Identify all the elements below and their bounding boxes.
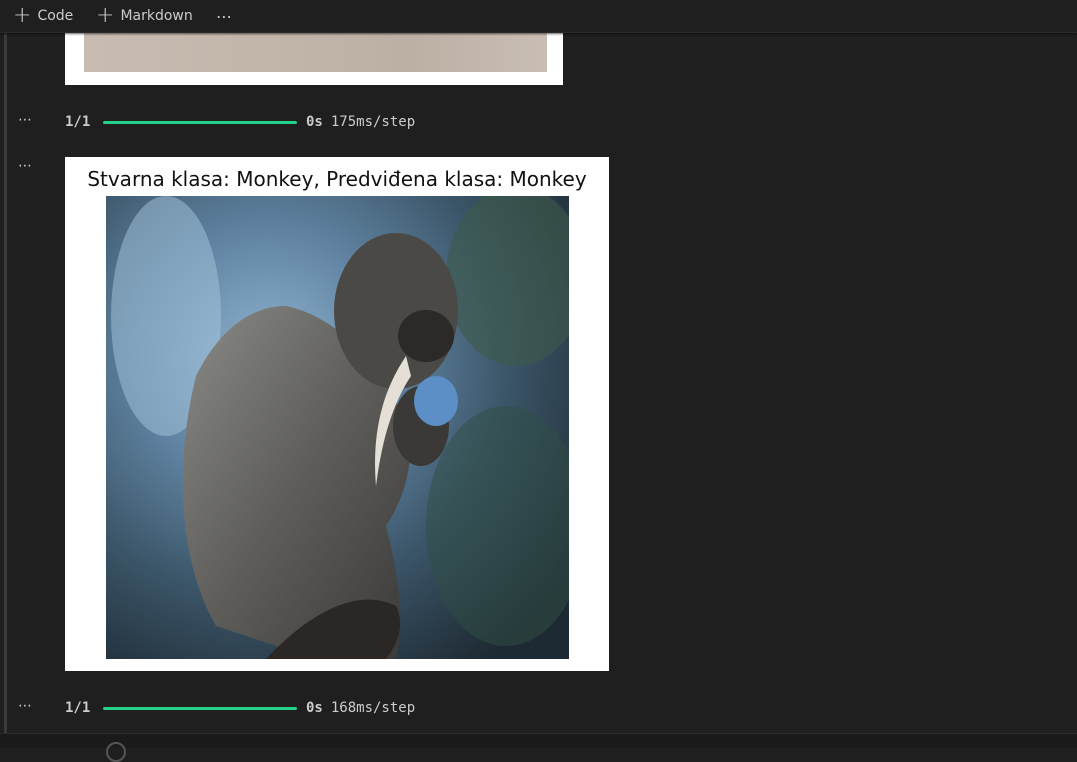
output-more-button[interactable]: ⋯ — [18, 698, 33, 714]
progress-bar — [103, 706, 297, 710]
progress-bar — [103, 120, 297, 124]
previous-image — [84, 33, 547, 72]
next-cell-edge — [0, 733, 1077, 762]
progress-output-2: 1/1 0s 168ms/step — [65, 698, 415, 718]
more-actions-button[interactable]: ⋯ — [214, 2, 235, 30]
plus-icon: + — [13, 3, 32, 28]
progress-time: 0s — [306, 700, 323, 716]
add-markdown-label: Markdown — [120, 8, 193, 24]
progress-count: 1/1 — [65, 114, 91, 130]
output-more-button[interactable]: ⋯ — [18, 158, 33, 174]
add-code-label: Code — [37, 8, 74, 24]
cell-status-icon — [106, 742, 126, 762]
progress-output-1: 1/1 0s 175ms/step — [65, 112, 415, 132]
monkey-illustration — [106, 196, 569, 659]
cell-gutter-bar — [4, 33, 7, 733]
add-markdown-cell-button[interactable]: + Markdown — [94, 2, 195, 30]
progress-time: 0s — [306, 114, 323, 130]
figure-title: Stvarna klasa: Monkey, Predviđena klasa:… — [87, 167, 587, 191]
notebook-toolbar: + Code + Markdown ⋯ — [0, 0, 1077, 33]
more-icon: ⋯ — [216, 6, 233, 26]
prediction-figure: Stvarna klasa: Monkey, Predviđena klasa:… — [65, 157, 609, 671]
output-more-button[interactable]: ⋯ — [18, 112, 33, 128]
plus-icon: + — [96, 3, 115, 28]
add-code-cell-button[interactable]: + Code — [11, 2, 75, 30]
progress-count: 1/1 — [65, 700, 91, 716]
progress-rate: 175ms/step — [330, 114, 416, 130]
previous-figure-output — [65, 33, 563, 85]
monkey-photo — [106, 196, 569, 659]
progress-rate: 168ms/step — [330, 700, 416, 716]
